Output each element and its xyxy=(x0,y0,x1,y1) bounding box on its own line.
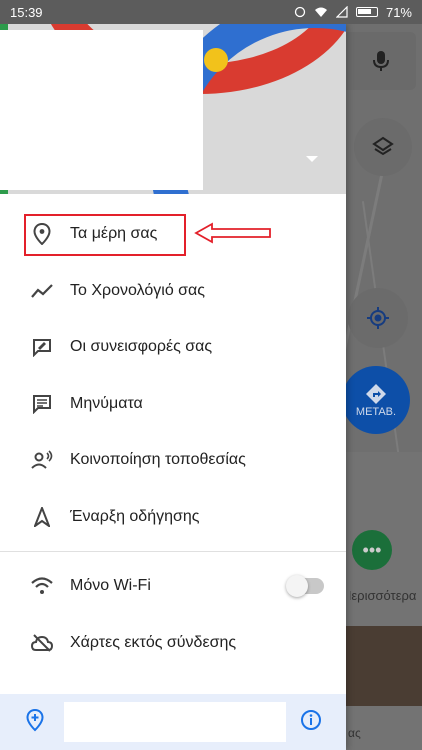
battery-percent: 71% xyxy=(385,4,412,20)
menu-item-label: Μηνύματα xyxy=(70,394,143,412)
message-icon xyxy=(30,392,54,416)
menu-item-offline-maps[interactable]: Χάρτες εκτός σύνδεσης xyxy=(0,615,346,672)
menu-divider xyxy=(0,551,346,552)
more-dots-icon: ••• xyxy=(362,539,382,560)
navigation-icon xyxy=(30,505,54,529)
account-dropdown-icon[interactable] xyxy=(306,156,318,162)
directions-icon xyxy=(366,384,386,404)
contributions-icon xyxy=(30,335,54,359)
menu-item-label: Το Χρονολόγιό σας xyxy=(70,281,206,299)
status-icons: 71% xyxy=(294,5,412,20)
menu-item-label: Κοινοποίηση τοποθεσίας xyxy=(70,451,246,469)
more-button[interactable]: ••• xyxy=(352,530,392,570)
menu-item-label: Έναρξη οδήγησης xyxy=(70,507,200,525)
voice-search-button[interactable] xyxy=(346,32,416,90)
account-info-redacted xyxy=(0,30,203,190)
menu-item-your-places[interactable]: Τα μέρη σας xyxy=(0,206,346,263)
menu-item-location-sharing[interactable]: Κοινοποίηση τοποθεσίας xyxy=(0,432,346,489)
redacted-field xyxy=(64,702,286,742)
menu-item-messages[interactable]: Μηνύματα xyxy=(0,376,346,433)
wifi-status-icon xyxy=(314,7,327,17)
battery-icon xyxy=(355,7,378,17)
layers-button[interactable] xyxy=(354,118,412,176)
drawer-menu: Τα μέρη σας Το Χρονολόγιό σας Οι συνεισφ… xyxy=(0,206,346,545)
add-place-icon[interactable] xyxy=(24,708,64,737)
layers-icon xyxy=(372,136,394,156)
menu-item-label: Μόνο Wi-Fi xyxy=(70,577,151,595)
card-caption: ας xyxy=(348,726,361,740)
crosshair-icon xyxy=(367,307,389,329)
directions-button[interactable]: ΜΕΤΑΒ. xyxy=(342,366,410,434)
status-time: 15:39 xyxy=(10,4,43,20)
toggle-knob xyxy=(286,575,308,597)
drawer-bottom-bar xyxy=(0,694,346,750)
account-header[interactable] xyxy=(0,24,346,194)
menu-item-label: Οι συνεισφορές σας xyxy=(70,338,213,356)
microphone-icon xyxy=(373,51,389,71)
my-location-button[interactable] xyxy=(348,288,408,348)
timeline-icon xyxy=(30,279,54,303)
menu-item-contributions[interactable]: Οι συνεισφορές σας xyxy=(0,319,346,376)
drawer-menu-settings: Μόνο Wi-Fi Χάρτες εκτός σύνδεσης xyxy=(0,558,346,671)
status-bar: 15:39 71% xyxy=(0,0,422,24)
info-icon[interactable] xyxy=(300,709,322,736)
wifi-only-toggle[interactable] xyxy=(286,575,324,597)
menu-item-label: Χάρτες εκτός σύνδεσης xyxy=(70,633,237,651)
navigation-drawer: Τα μέρη σας Το Χρονολόγιό σας Οι συνεισφ… xyxy=(0,24,346,750)
menu-item-timeline[interactable]: Το Χρονολόγιό σας xyxy=(0,263,346,320)
menu-item-start-driving[interactable]: Έναρξη οδήγησης xyxy=(0,489,346,546)
directions-label: ΜΕΤΑΒ. xyxy=(355,406,397,418)
menu-item-wifi-only[interactable]: Μόνο Wi-Fi xyxy=(0,558,346,615)
header-art-yellow xyxy=(204,48,228,72)
signal-icon xyxy=(335,6,348,18)
more-label: Περισσότερα xyxy=(350,588,417,603)
place-photo[interactable] xyxy=(346,626,422,706)
offline-maps-icon xyxy=(30,631,54,655)
annotation-arrow-icon xyxy=(194,222,271,244)
wifi-icon xyxy=(30,574,54,598)
highlight-annotation xyxy=(24,214,186,256)
alarm-icon xyxy=(294,6,306,18)
location-sharing-icon xyxy=(30,448,54,472)
